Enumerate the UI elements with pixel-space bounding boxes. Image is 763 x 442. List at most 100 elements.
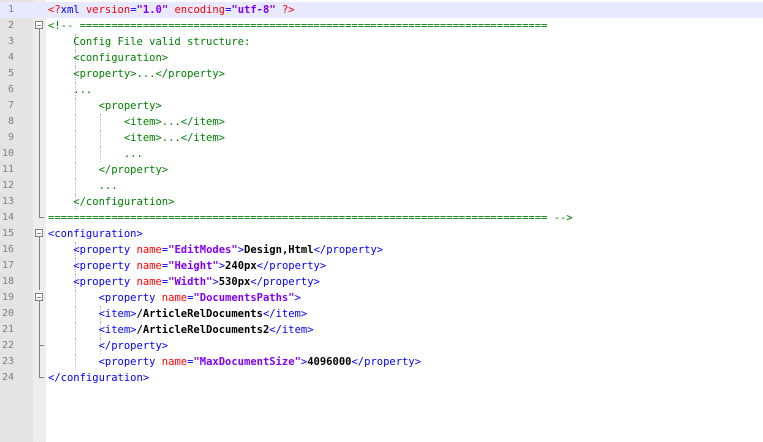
- code-token: </configuration>: [48, 196, 175, 208]
- code-token: <property: [98, 356, 162, 368]
- code-token: 530px: [218, 276, 251, 288]
- code-line[interactable]: 22 </property>: [0, 338, 763, 354]
- code-text[interactable]: </property>: [48, 338, 169, 354]
- code-token: <configuration>: [48, 52, 169, 64]
- code-text[interactable]: Config File valid structure:: [48, 34, 250, 50]
- code-text[interactable]: </configuration>: [48, 194, 174, 210]
- code-text[interactable]: <property>: [48, 98, 162, 114]
- line-number: 3: [7, 36, 14, 47]
- code-line[interactable]: 6 ...: [0, 82, 763, 98]
- line-number: 20: [1, 308, 14, 319]
- code-token: </configuration>: [48, 372, 150, 384]
- code-text[interactable]: ...: [48, 146, 143, 162]
- code-line[interactable]: 14 ======================================…: [0, 210, 763, 226]
- code-token: >: [294, 292, 301, 304]
- code-line[interactable]: 11 </property>: [0, 162, 763, 178]
- code-text[interactable]: <configuration>: [48, 50, 168, 66]
- code-token: <configuration>: [48, 228, 143, 240]
- code-line[interactable]: 1 <?xml version="1.0" encoding="utf-8" ?>: [0, 2, 763, 18]
- line-number: 7: [7, 100, 14, 111]
- code-line[interactable]: 9 <item>...</item>: [0, 130, 763, 146]
- code-token: ========================================…: [48, 212, 573, 224]
- code-text[interactable]: </property>: [48, 162, 169, 178]
- fold-line: [39, 98, 40, 114]
- line-number: 22: [1, 340, 14, 351]
- code-line[interactable]: 3 Config File valid structure:: [0, 34, 763, 50]
- code-line[interactable]: 16 <property name="EditModes">Design,Htm…: [0, 242, 763, 258]
- line-number: 4: [7, 52, 14, 63]
- code-line[interactable]: 8 <item>...</item>: [0, 114, 763, 130]
- line-number: 17: [1, 260, 14, 271]
- code-token: "Width": [168, 276, 213, 288]
- code-text[interactable]: <configuration>: [48, 226, 143, 242]
- code-line[interactable]: 2 <!-- ==================================…: [0, 18, 763, 34]
- code-text[interactable]: <property name="EditModes">Design,Html</…: [48, 242, 383, 258]
- code-token: <item>: [98, 308, 137, 320]
- code-text[interactable]: <?xml version="1.0" encoding="utf-8" ?>: [48, 2, 295, 18]
- code-text[interactable]: <property name="MaxDocumentSize">4096000…: [48, 354, 421, 370]
- code-text[interactable]: <property name="Width">530px</property>: [48, 274, 320, 290]
- code-text[interactable]: ...: [48, 82, 92, 98]
- code-token: <property>: [48, 100, 162, 112]
- code-token: name: [161, 356, 188, 368]
- code-token: ?>: [275, 4, 295, 16]
- fold-toggle-icon[interactable]: [35, 229, 43, 237]
- code-text[interactable]: ...: [48, 178, 118, 194]
- code-line[interactable]: 20 <item>/ArticleRelDocuments</item>: [0, 306, 763, 322]
- code-token: encoding: [174, 4, 226, 16]
- code-text[interactable]: <item>/ArticleRelDocuments2</item>: [48, 322, 314, 338]
- code-token: </property>: [313, 244, 384, 256]
- code-token: <?: [48, 4, 61, 16]
- code-text[interactable]: ========================================…: [48, 210, 573, 226]
- code-line[interactable]: 23 <property name="MaxDocumentSize">4096…: [0, 354, 763, 370]
- code-text[interactable]: <item>...</item>: [48, 114, 225, 130]
- code-token: </property>: [250, 276, 320, 288]
- fold-toggle-icon[interactable]: [35, 21, 43, 29]
- code-line[interactable]: 21 <item>/ArticleRelDocuments2</item>: [0, 322, 763, 338]
- line-number: 16: [1, 244, 14, 255]
- code-text[interactable]: <property name="DocumentsPaths">: [48, 290, 301, 306]
- code-token: </item>: [269, 324, 314, 336]
- fold-line: [39, 354, 40, 370]
- code-line[interactable]: 18 <property name="Width">530px</propert…: [0, 274, 763, 290]
- line-number: 14: [1, 212, 14, 223]
- code-text[interactable]: </configuration>: [48, 370, 149, 386]
- code-text[interactable]: <item>/ArticleRelDocuments</item>: [48, 306, 308, 322]
- code-token: 240px: [225, 260, 257, 272]
- fold-end-marker: [39, 210, 44, 218]
- fold-line: [39, 34, 40, 50]
- code-line[interactable]: 13 </configuration>: [0, 194, 763, 210]
- code-token: <property>...</property>: [48, 68, 226, 80]
- line-number: 24: [1, 372, 14, 383]
- fold-toggle-icon[interactable]: [35, 293, 43, 301]
- fold-line: [39, 306, 40, 322]
- code-token: "DocumentsPaths": [193, 292, 295, 304]
- code-line[interactable]: 5 <property>...</property>: [0, 66, 763, 82]
- code-text[interactable]: <item>...</item>: [48, 130, 225, 146]
- code-line[interactable]: 10 ...: [0, 146, 763, 162]
- code-line[interactable]: 7 <property>: [0, 98, 763, 114]
- fold-line: [39, 258, 40, 274]
- code-token: </property>: [98, 340, 169, 352]
- code-line[interactable]: 4 <configuration>: [0, 50, 763, 66]
- code-line[interactable]: 12 ...: [0, 178, 763, 194]
- code-line[interactable]: 15 <configuration>: [0, 226, 763, 242]
- line-number: 10: [1, 148, 14, 159]
- line-number: 23: [1, 356, 14, 367]
- code-line[interactable]: 17 <property name="Height">240px</proper…: [0, 258, 763, 274]
- code-line[interactable]: 24 </configuration>: [0, 370, 763, 386]
- code-token: /ArticleRelDocuments2: [136, 324, 270, 336]
- line-number: 13: [1, 196, 14, 207]
- code-line[interactable]: 19 <property name="DocumentsPaths">: [0, 290, 763, 306]
- code-text[interactable]: <property name="Height">240px</property>: [48, 258, 326, 274]
- line-number: 21: [1, 324, 14, 335]
- code-text[interactable]: <!-- ===================================…: [48, 18, 547, 34]
- code-editor[interactable]: 1 <?xml version="1.0" encoding="utf-8" ?>…: [0, 0, 763, 442]
- line-number: 5: [7, 68, 14, 79]
- code-text[interactable]: <property>...</property>: [48, 66, 225, 82]
- line-number: 6: [7, 84, 14, 95]
- code-token: "EditModes": [168, 244, 238, 256]
